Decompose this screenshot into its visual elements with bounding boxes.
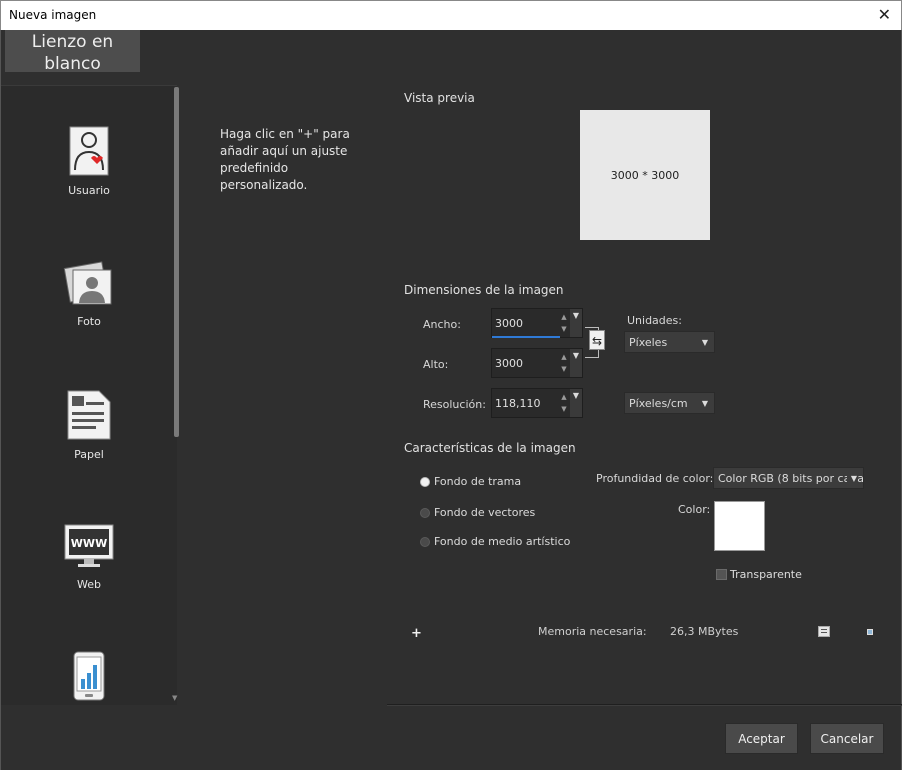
color-depth-select[interactable]: Color RGB (8 bits por cana ▼ [713, 467, 864, 489]
color-depth-value: Color RGB (8 bits por cana [718, 472, 864, 485]
radio-dot [420, 476, 430, 487]
transparent-checkbox[interactable]: Transparente [716, 568, 802, 581]
preset-label: Foto [77, 315, 101, 328]
chevron-down-icon: ▼ [701, 338, 708, 347]
height-input[interactable] [492, 349, 560, 377]
tab-blank-canvas[interactable]: Lienzo en blanco [5, 30, 140, 74]
chevron-down-icon: ▼ [701, 399, 708, 408]
units-select[interactable]: Píxeles ▼ [624, 331, 715, 353]
radio-dot [420, 536, 430, 547]
close-icon[interactable]: ✕ [878, 5, 891, 24]
radio-dot [420, 507, 430, 518]
resolution-stepper[interactable]: ▲ ▼ [558, 391, 570, 415]
preset-foto[interactable]: Foto [1, 261, 177, 328]
preview-title: Vista previa [404, 91, 475, 105]
color-depth-label: Profundidad de color: [596, 472, 714, 485]
preview-size-text: 3000 * 3000 [610, 168, 680, 182]
width-spinner: ▲▼ ▼ [491, 308, 583, 338]
link-aspect-icon[interactable]: ⇆ [589, 330, 605, 350]
height-spinner: ▲▼ ▼ [491, 348, 583, 378]
add-preset-icon[interactable]: + [411, 626, 422, 641]
resolution-dropdown-icon[interactable]: ▼ [570, 389, 582, 417]
chevron-down-icon: ▼ [846, 468, 857, 488]
preset-papel[interactable]: Papel [1, 390, 177, 461]
characteristics-title: Características de la imagen [404, 441, 576, 455]
paper-icon [67, 390, 111, 440]
preset-mobile[interactable] [1, 651, 177, 701]
preset-web[interactable]: WWW Web [1, 524, 177, 591]
mobile-icon [73, 651, 105, 701]
preset-usuario[interactable]: Usuario [1, 126, 177, 197]
preset-label: Web [77, 578, 101, 591]
preview-canvas: 3000 * 3000 [580, 110, 710, 240]
width-dropdown-icon[interactable]: ▼ [570, 309, 582, 337]
resolution-label: Resolución: [423, 398, 486, 411]
radio-label: Fondo de trama [434, 475, 522, 488]
height-dropdown-icon[interactable]: ▼ [570, 349, 582, 377]
color-label: Color: [678, 503, 711, 516]
resolution-input[interactable] [492, 389, 560, 417]
title-bar: Nueva imagen ✕ [0, 0, 902, 30]
background-color-swatch[interactable] [714, 501, 765, 551]
radio-raster-background[interactable]: Fondo de trama [420, 475, 521, 488]
delete-preset-icon[interactable] [867, 629, 873, 635]
preset-list: Usuario Foto Papel WWW Web [1, 85, 177, 705]
height-label: Alto: [423, 358, 449, 371]
preset-label: Usuario [68, 184, 110, 197]
window-title: Nueva imagen [9, 8, 97, 22]
width-label: Ancho: [423, 318, 461, 331]
memory-value: 26,3 MBytes [670, 625, 739, 638]
preset-hint: Haga clic en "+" para añadir aquí un aju… [220, 127, 350, 192]
web-icon: WWW [64, 524, 114, 567]
photo-icon [63, 261, 112, 305]
preset-scrollbar[interactable] [174, 87, 179, 437]
radio-label: Fondo de medio artístico [434, 535, 571, 548]
checkbox-label: Transparente [730, 568, 802, 581]
width-stepper[interactable]: ▲ ▼ [558, 311, 570, 335]
units-value: Píxeles [629, 336, 668, 349]
dialog-body: Lienzo en blanco Usuario Foto Papel WWW … [0, 30, 902, 770]
units-label: Unidades: [627, 314, 682, 327]
width-input[interactable] [492, 309, 560, 337]
radio-vector-background[interactable]: Fondo de vectores [420, 506, 535, 519]
memory-label: Memoria necesaria: [538, 625, 647, 638]
radio-label: Fondo de vectores [434, 506, 536, 519]
radio-art-background[interactable]: Fondo de medio artístico [420, 535, 570, 548]
svg-text:WWW: WWW [71, 537, 107, 550]
scroll-down-icon[interactable]: ▼ [172, 694, 177, 702]
checkbox-box [716, 569, 727, 580]
resolution-units-value: Píxeles/cm [629, 397, 688, 410]
resolution-units-select[interactable]: Píxeles/cm ▼ [624, 392, 715, 414]
resolution-spinner: ▲▼ ▼ [491, 388, 583, 418]
accept-button[interactable]: Aceptar [725, 723, 798, 754]
height-stepper[interactable]: ▲ ▼ [558, 351, 570, 375]
cancel-button[interactable]: Cancelar [810, 723, 884, 754]
save-preset-icon[interactable] [818, 626, 830, 637]
preset-label: Papel [74, 448, 104, 461]
focus-underline [492, 336, 560, 338]
divider [387, 705, 902, 706]
user-icon [69, 126, 109, 176]
dimensions-title: Dimensiones de la imagen [404, 283, 564, 297]
